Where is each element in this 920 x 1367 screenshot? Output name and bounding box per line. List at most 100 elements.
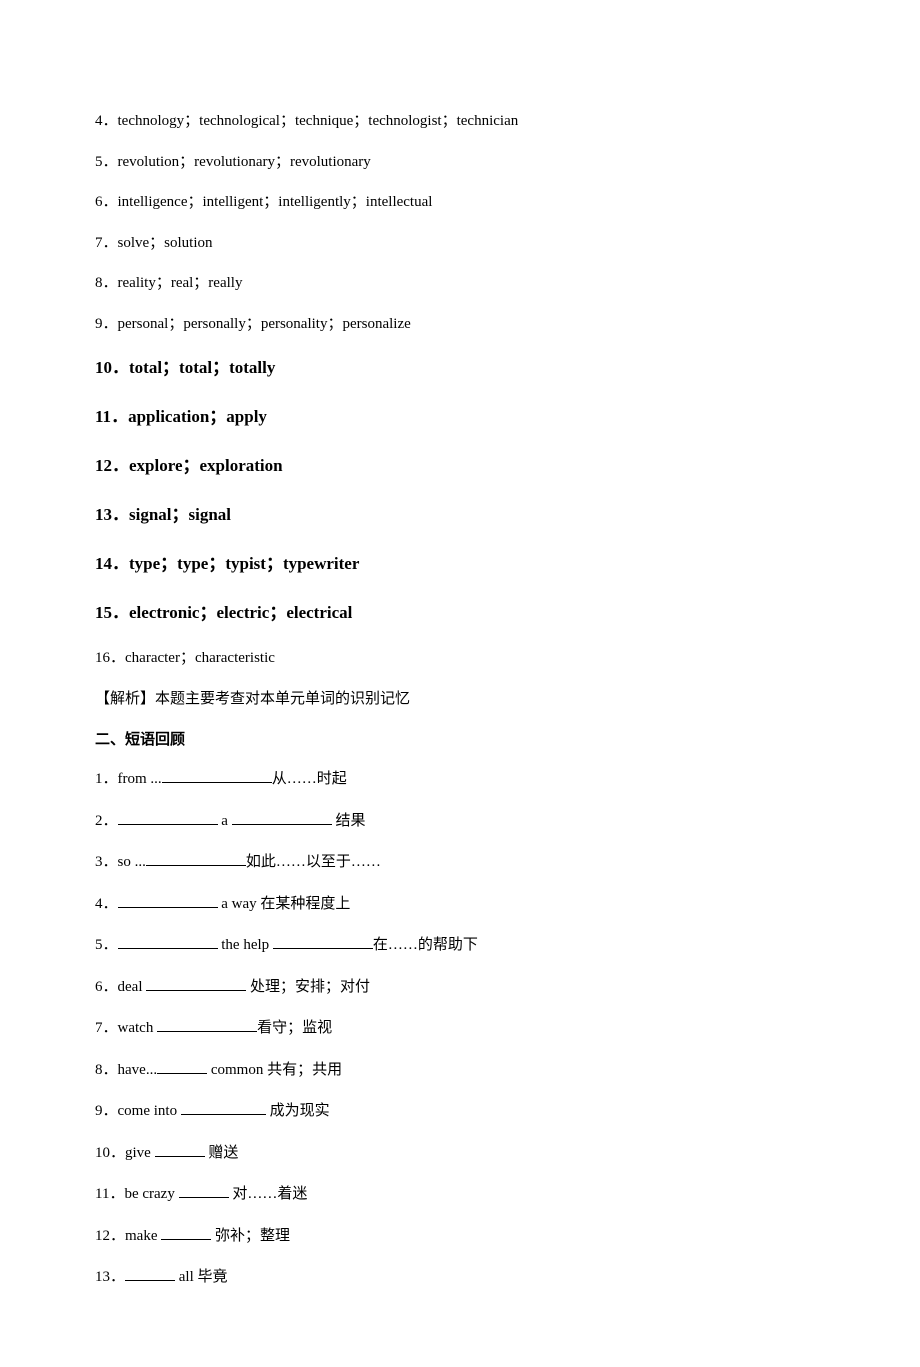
item-text: signal；signal [129, 505, 231, 524]
item-num: 13 [95, 1269, 110, 1285]
phrase-mid: a [218, 813, 232, 829]
item-num: 6 [95, 979, 103, 995]
section-heading: 二、短语回顾 [95, 728, 825, 749]
item-text: intelligence；intelligent；intelligently；i… [118, 194, 433, 210]
phrase-post: 赠送 [205, 1145, 239, 1161]
item-text: technology；technological；technique；techn… [118, 113, 519, 129]
phrase-mid: the help [218, 937, 273, 953]
vocab-item-bold: 13．signal；signal [95, 500, 825, 525]
fill-blank[interactable] [155, 1141, 205, 1157]
item-text: electronic；electric；electrical [129, 603, 352, 622]
phrase-post: 结果 [332, 813, 366, 829]
document-page: 4．technology；technological；technique；tec… [0, 0, 920, 1367]
phrase-pre: deal [118, 979, 147, 995]
phrase-item: 2． a 结果 [95, 809, 825, 833]
phrase-item: 5． the help 在……的帮助下 [95, 933, 825, 957]
item-num: 14 [95, 554, 112, 573]
vocab-item-bold: 11．application；apply [95, 402, 825, 427]
vocab-item: 16．character；characteristic [95, 647, 825, 670]
phrase-pre: be crazy [124, 1186, 178, 1202]
item-num: 3 [95, 854, 103, 870]
item-num: 7 [95, 1020, 103, 1036]
phrase-post: 成为现实 [266, 1103, 330, 1119]
fill-blank[interactable] [118, 933, 218, 949]
item-num: 16 [95, 650, 110, 666]
phrase-pre: watch [118, 1020, 158, 1036]
item-num: 11 [95, 1186, 109, 1202]
item-text: type；type；typist；typewriter [129, 554, 359, 573]
fill-blank[interactable] [146, 975, 246, 991]
phrase-item: 10．give 赠送 [95, 1141, 825, 1165]
phrase-item: 9．come into 成为现实 [95, 1099, 825, 1123]
phrase-post: all 毕竟 [175, 1269, 228, 1285]
vocab-item: 9．personal；personally；personality；person… [95, 313, 825, 336]
vocab-item: 5．revolution；revolutionary；revolutionary [95, 151, 825, 174]
phrase-pre: come into [118, 1103, 181, 1119]
item-num: 11 [95, 407, 111, 426]
item-text: total；total；totally [129, 358, 275, 377]
item-num: 5 [95, 154, 103, 170]
fill-blank[interactable] [179, 1182, 229, 1198]
item-num: 9 [95, 1103, 103, 1119]
phrase-pre: make [125, 1228, 161, 1244]
phrase-item: 7．watch 看守；监视 [95, 1016, 825, 1040]
item-num: 12 [95, 1228, 110, 1244]
vocab-item-bold: 10．total；total；totally [95, 353, 825, 378]
phrase-item: 3．so ...如此……以至于…… [95, 850, 825, 874]
item-text: solve；solution [118, 235, 213, 251]
item-text: application；apply [128, 407, 267, 426]
phrase-post: a way 在某种程度上 [218, 896, 351, 912]
item-num: 4 [95, 113, 103, 129]
item-num: 13 [95, 505, 112, 524]
item-num: 6 [95, 194, 103, 210]
vocab-item: 6．intelligence；intelligent；intelligently… [95, 191, 825, 214]
phrase-item: 6．deal 处理；安排；对付 [95, 975, 825, 999]
fill-blank[interactable] [118, 892, 218, 908]
analysis-text: 【解析】本题主要考查对本单元单词的识别记忆 [95, 688, 825, 711]
fill-blank[interactable] [181, 1099, 266, 1115]
phrase-post: 弥补；整理 [211, 1228, 290, 1244]
phrase-post: common 共有；共用 [207, 1062, 342, 1078]
vocab-item: 4．technology；technological；technique；tec… [95, 110, 825, 133]
item-text: character；characteristic [125, 650, 275, 666]
phrase-post: 对……着迷 [229, 1186, 308, 1202]
item-num: 10 [95, 358, 112, 377]
phrase-item: 4． a way 在某种程度上 [95, 892, 825, 916]
phrase-post: 看守；监视 [257, 1020, 332, 1036]
item-text: revolution；revolutionary；revolutionary [118, 154, 371, 170]
phrase-pre: give [125, 1145, 155, 1161]
item-num: 8 [95, 275, 103, 291]
fill-blank[interactable] [157, 1058, 207, 1074]
item-num: 10 [95, 1145, 110, 1161]
phrase-item: 1．from ...从……时起 [95, 767, 825, 791]
item-num: 1 [95, 771, 103, 787]
item-num: 2 [95, 813, 103, 829]
fill-blank[interactable] [232, 809, 332, 825]
vocab-item-bold: 15．electronic；electric；electrical [95, 598, 825, 623]
fill-blank[interactable] [162, 767, 272, 783]
item-text: personal；personally；personality；personal… [118, 316, 411, 332]
phrase-post: 在……的帮助下 [373, 937, 478, 953]
vocab-item-bold: 14．type；type；typist；typewriter [95, 549, 825, 574]
fill-blank[interactable] [125, 1265, 175, 1281]
phrase-post: 处理；安排；对付 [246, 979, 370, 995]
fill-blank[interactable] [273, 933, 373, 949]
fill-blank[interactable] [146, 850, 246, 866]
phrase-item: 12．make 弥补；整理 [95, 1224, 825, 1248]
phrase-post: 从……时起 [272, 771, 347, 787]
fill-blank[interactable] [161, 1224, 211, 1240]
item-num: 12 [95, 456, 112, 475]
vocab-item: 7．solve；solution [95, 232, 825, 255]
item-num: 15 [95, 603, 112, 622]
phrase-item: 8．have... common 共有；共用 [95, 1058, 825, 1082]
phrase-item: 11．be crazy 对……着迷 [95, 1182, 825, 1206]
vocab-item-bold: 12．explore；exploration [95, 451, 825, 476]
phrase-item: 13． all 毕竟 [95, 1265, 825, 1289]
phrase-post: 如此……以至于…… [246, 854, 381, 870]
fill-blank[interactable] [118, 809, 218, 825]
item-text: explore；exploration [129, 456, 283, 475]
vocab-item: 8．reality；real；really [95, 272, 825, 295]
item-num: 7 [95, 235, 103, 251]
item-num: 9 [95, 316, 103, 332]
fill-blank[interactable] [157, 1016, 257, 1032]
